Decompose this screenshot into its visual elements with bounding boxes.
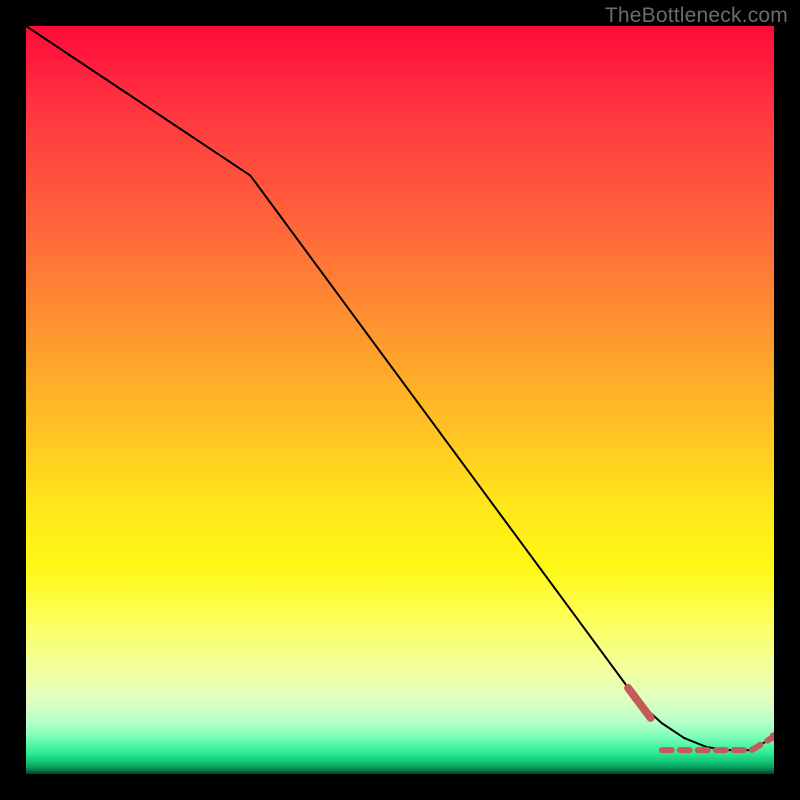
series-highlight-segment: [628, 688, 650, 718]
attribution-text: TheBottleneck.com: [605, 4, 788, 28]
series-bottom-dots-line: [662, 737, 774, 750]
series-curve: [26, 26, 774, 750]
chart-svg: [26, 26, 774, 774]
plot-background: [26, 26, 774, 774]
chart-frame: TheBottleneck.com: [0, 0, 800, 800]
